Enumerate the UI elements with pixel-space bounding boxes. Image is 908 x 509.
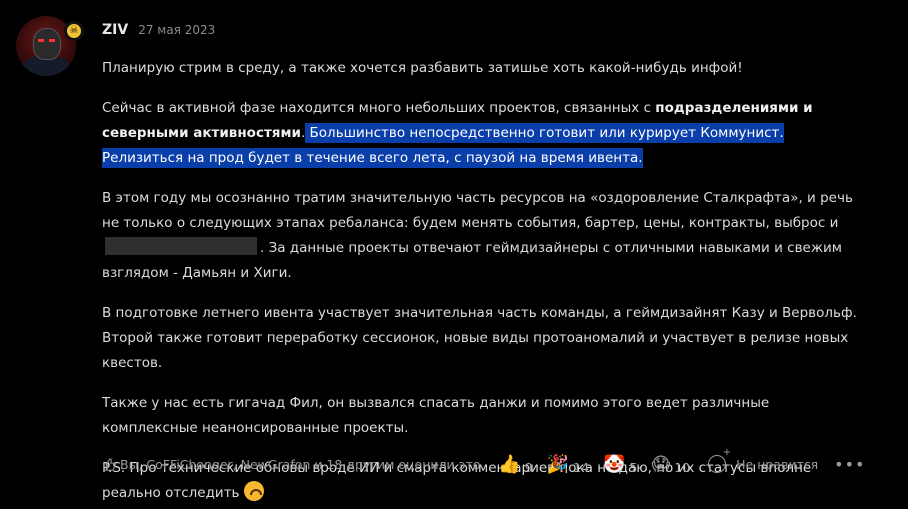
reaction-count: 10 xyxy=(674,459,691,475)
reaction-screaming[interactable]: 😱 10 xyxy=(651,454,690,475)
paragraph-3-text-a: В этом году мы осознанно тратим значител… xyxy=(102,190,853,231)
thumbs-up-outline-icon xyxy=(103,458,116,471)
add-reaction-icon[interactable] xyxy=(708,447,731,473)
paragraph-2-text: Сейчас в активной фазе находится много н… xyxy=(102,100,656,116)
paragraph-1: Планирую стрим в среду, а также хочется … xyxy=(102,60,743,76)
screaming-face-icon: 😱 xyxy=(651,453,671,475)
party-popper-icon: 🎉 xyxy=(546,453,570,475)
reaction-thumbs-up[interactable]: 👍 9 xyxy=(498,454,532,475)
dislike-button[interactable]: Не нравится xyxy=(736,457,818,472)
author-name[interactable]: ZIV xyxy=(102,22,128,38)
clown-icon: 🤡 xyxy=(603,453,626,475)
post-body: Планирую стрим в среду, а также хочется … xyxy=(102,56,862,506)
more-options-icon[interactable]: ••• xyxy=(834,455,865,474)
skull-badge-icon: ☠ xyxy=(64,21,84,41)
reaction-count: 5 xyxy=(629,459,638,475)
upside-down-face-icon xyxy=(243,481,264,501)
reaction-clown[interactable]: 🤡 5 xyxy=(603,454,637,475)
liked-by-text[interactable]: Вы, CoFFiChonger, NewGrafon и 18 другим … xyxy=(120,457,484,472)
paragraph-4: В подготовке летнего ивента участвует зн… xyxy=(102,305,857,371)
thumbs-up-icon: 👍 xyxy=(498,453,521,475)
reaction-party[interactable]: 🎉 14 xyxy=(547,454,589,475)
paragraph-2: Сейчас в активной фазе находится много н… xyxy=(102,96,862,171)
post-footer: Вы, CoFFiChonger, NewGrafon и 18 другим … xyxy=(102,447,865,476)
paragraph-5: Также у нас есть гигачад Фил, он вызвалс… xyxy=(102,395,770,436)
spoiler-redacted[interactable] xyxy=(105,237,257,255)
avatar-eye-right xyxy=(49,39,55,42)
avatar-mask xyxy=(33,28,61,60)
paragraph-3: В этом году мы осознанно тратим значител… xyxy=(102,186,862,286)
post-header: ZIV 27 мая 2023 xyxy=(102,22,215,42)
avatar-eye-left xyxy=(38,39,44,42)
reaction-count: 9 xyxy=(524,459,533,475)
post-date[interactable]: 27 мая 2023 xyxy=(138,23,215,37)
reaction-count: 14 xyxy=(573,459,590,475)
